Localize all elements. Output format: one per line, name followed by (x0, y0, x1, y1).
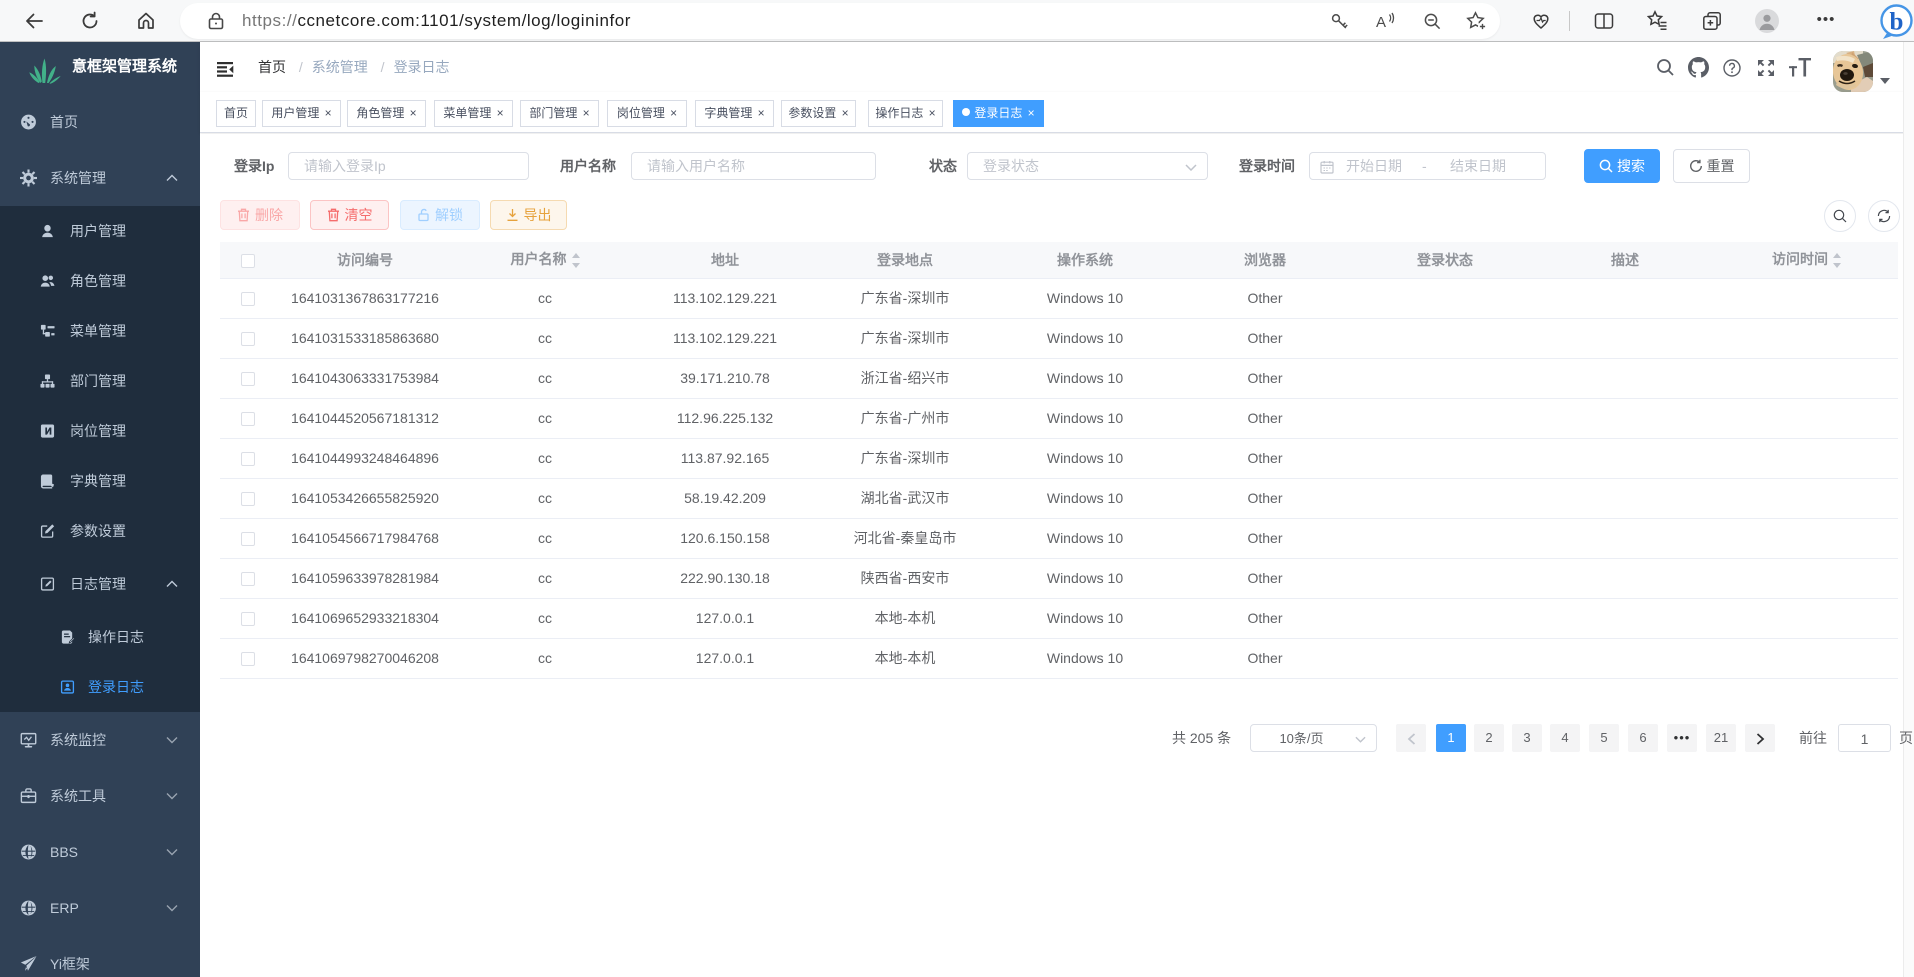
svg-text:A: A (1376, 14, 1386, 31)
svg-text:b: b (1890, 9, 1904, 36)
